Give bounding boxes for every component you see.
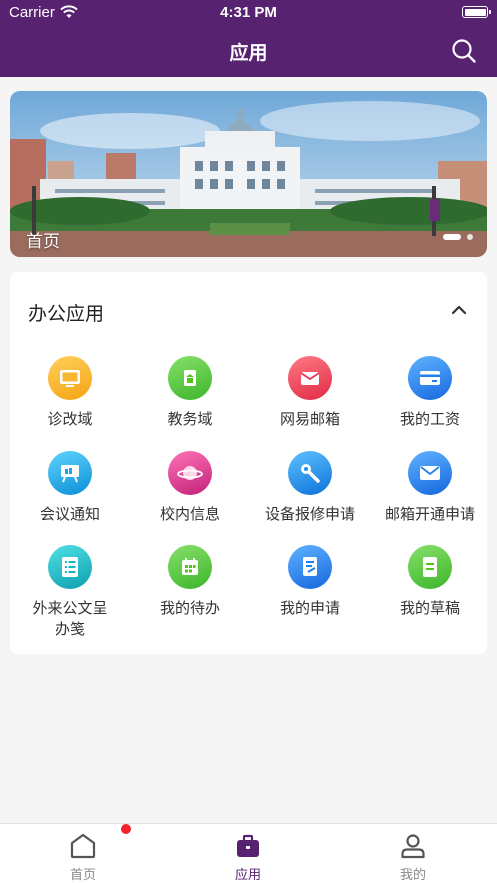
app-label: 邮箱开通申请	[384, 505, 475, 523]
app-item[interactable]: 会议通知	[10, 451, 130, 525]
app-label: 我的待办	[159, 599, 220, 617]
planet-icon	[168, 451, 212, 495]
app-item[interactable]: 诊改域	[10, 356, 130, 430]
notification-badge	[121, 824, 131, 834]
top-bar: Carrier 4:31 PM 应用	[0, 0, 497, 77]
app-label: 教务域	[167, 410, 213, 428]
app-label: 设备报修申请	[264, 505, 355, 523]
person-icon	[401, 834, 425, 859]
edit-doc-icon	[288, 545, 332, 589]
banner-caption: 首页	[26, 232, 60, 252]
battery-icon	[462, 6, 491, 18]
app-item[interactable]: 我的工资	[370, 356, 490, 430]
home-icon	[70, 833, 96, 859]
tab-label: 应用	[234, 868, 261, 883]
app-item[interactable]: 外来公文呈 办笺	[10, 545, 130, 640]
app-item[interactable]: 我的草稿	[370, 545, 490, 619]
draft-icon	[408, 545, 452, 589]
app-label: 会议通知	[39, 505, 100, 523]
carousel-dot	[467, 234, 473, 240]
app-label: 外来公文呈 办笺	[32, 599, 108, 638]
tab-bar: 首页 应用 我的	[0, 823, 497, 883]
app-label: 诊改域	[47, 410, 93, 428]
wrench-icon	[288, 451, 332, 495]
page-title: 应用	[229, 42, 268, 64]
app-item[interactable]: 我的申请	[250, 545, 370, 619]
building-icon	[168, 356, 212, 400]
status-bar: Carrier 4:31 PM	[0, 0, 497, 26]
tab-label: 我的	[399, 868, 426, 883]
app-item[interactable]: 我的待办	[130, 545, 250, 619]
status-time: 4:31 PM	[220, 4, 277, 21]
easel-icon	[48, 451, 92, 495]
campus-building-image	[10, 91, 487, 257]
card-icon	[408, 356, 452, 400]
office-apps-card: 办公应用 诊改域 教务域 网易邮箱 我的工资 会议通知 校内信息 设备报修申请 …	[10, 272, 487, 654]
app-label: 我的工资	[399, 410, 460, 428]
app-label: 我的草稿	[399, 599, 460, 617]
carousel-dot-active	[443, 234, 461, 240]
mail-icon	[408, 451, 452, 495]
chevron-up-icon[interactable]	[451, 304, 467, 316]
app-label: 网易邮箱	[279, 410, 340, 428]
tab-label: 首页	[69, 868, 96, 883]
monitor-icon	[48, 356, 92, 400]
app-item[interactable]: 设备报修申请	[250, 451, 370, 525]
calendar-icon	[168, 545, 212, 589]
briefcase-icon	[237, 834, 259, 857]
app-label: 我的申请	[279, 599, 340, 617]
tab-mine[interactable]: 我的	[353, 824, 473, 883]
app-item[interactable]: 网易邮箱	[250, 356, 370, 430]
app-item[interactable]: 邮箱开通申请	[370, 451, 490, 525]
banner-carousel[interactable]: 首页	[10, 91, 487, 257]
document-list-icon	[48, 545, 92, 589]
envelope-icon	[288, 356, 332, 400]
tab-apps[interactable]: 应用	[188, 824, 308, 883]
section-title: 办公应用	[28, 303, 105, 325]
tab-home[interactable]: 首页	[23, 824, 143, 883]
app-label: 校内信息	[159, 505, 220, 523]
app-item[interactable]: 校内信息	[130, 451, 250, 525]
app-item[interactable]: 教务域	[130, 356, 250, 430]
search-icon[interactable]	[451, 38, 477, 64]
